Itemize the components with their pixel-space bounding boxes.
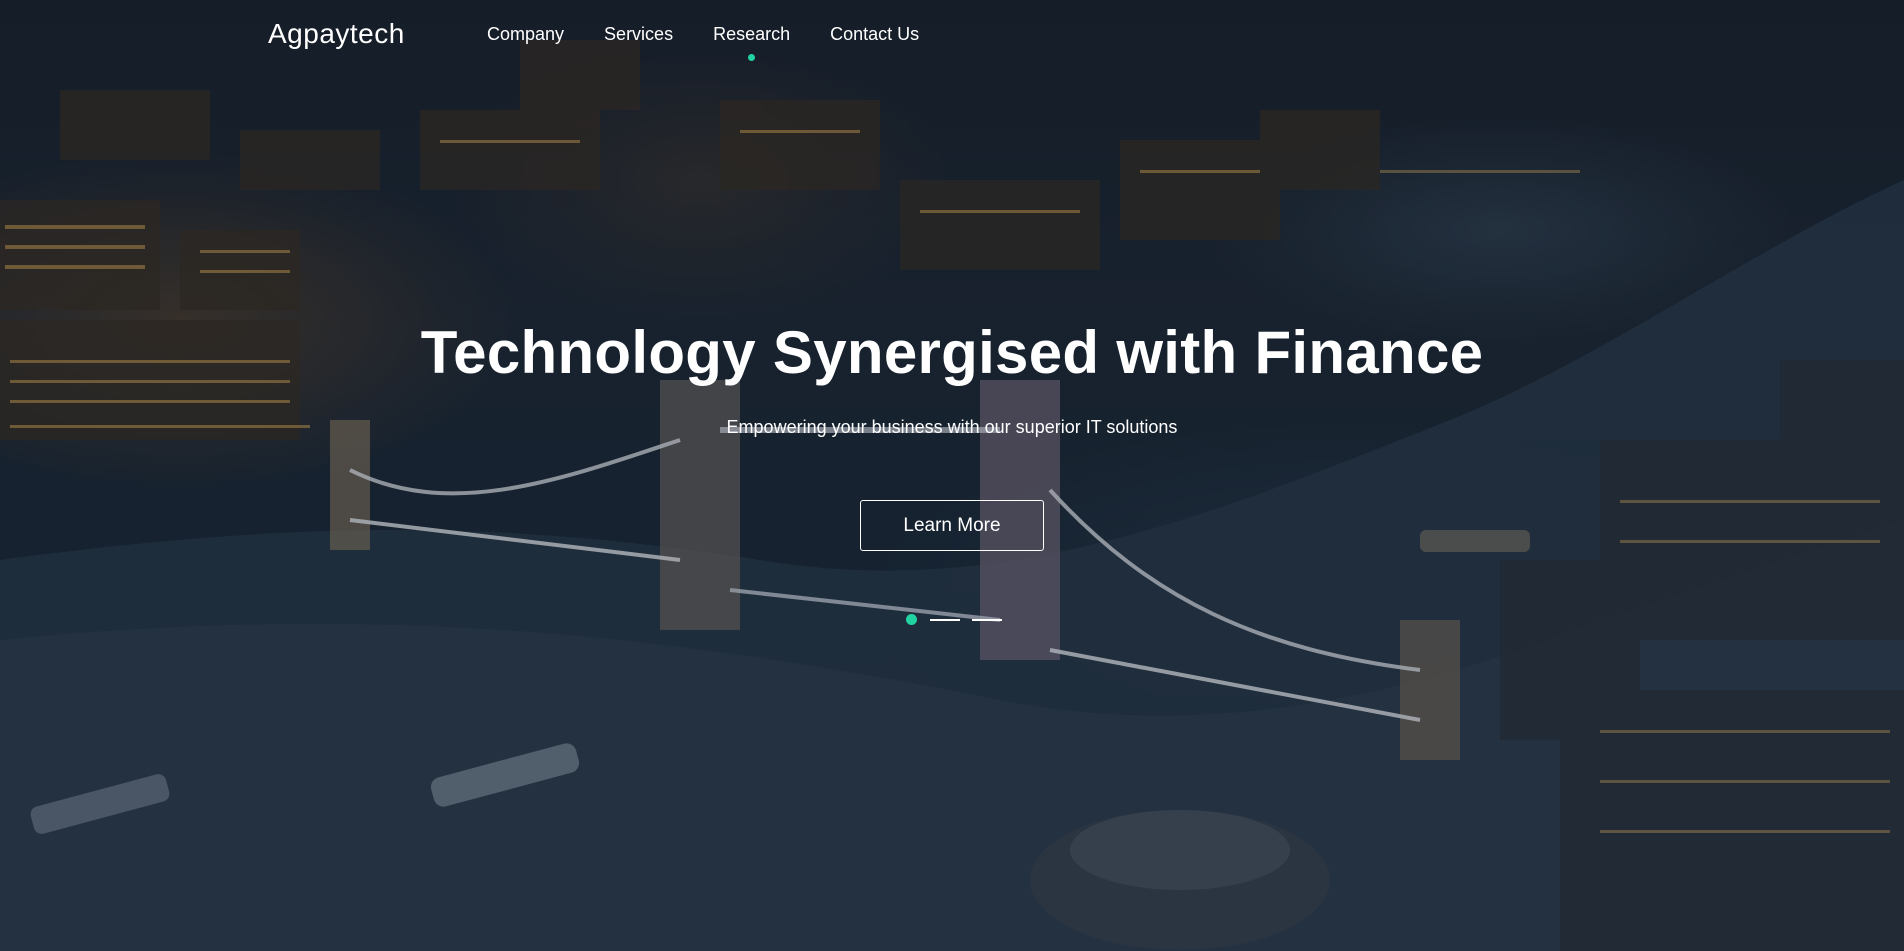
hero-subheadline: Empowering your business with our superi… (726, 417, 1178, 437)
nav-item-label: Contact Us (830, 24, 920, 44)
nav-item-research[interactable]: Research (713, 24, 791, 61)
main-nav: Company Services Research Contact Us (487, 24, 959, 61)
slide-indicator-2[interactable] (930, 618, 960, 621)
nav-item-services[interactable]: Services (604, 24, 673, 45)
nav-item-label: Services (604, 24, 674, 44)
nav-item-contact-us[interactable]: Contact Us (830, 24, 919, 45)
slide-indicator-3[interactable] (972, 618, 1002, 621)
learn-more-button[interactable]: Learn More (860, 500, 1044, 551)
active-nav-indicator (748, 54, 756, 61)
navbar: Agpaytech Company Services Research Cont… (0, 0, 1904, 70)
nav-item-company[interactable]: Company (487, 24, 564, 45)
hero-overlay (0, 0, 1904, 951)
hero-section: Agpaytech Company Services Research Cont… (0, 0, 1904, 951)
hero-headline: Technology Synergised with Finance (420, 319, 1484, 386)
brand-logo[interactable]: Agpaytech (268, 18, 405, 50)
nav-item-label: Company (487, 24, 565, 44)
nav-item-label: Research (713, 24, 791, 44)
slider-indicators (906, 614, 1014, 625)
slide-indicator-1[interactable] (906, 614, 917, 625)
